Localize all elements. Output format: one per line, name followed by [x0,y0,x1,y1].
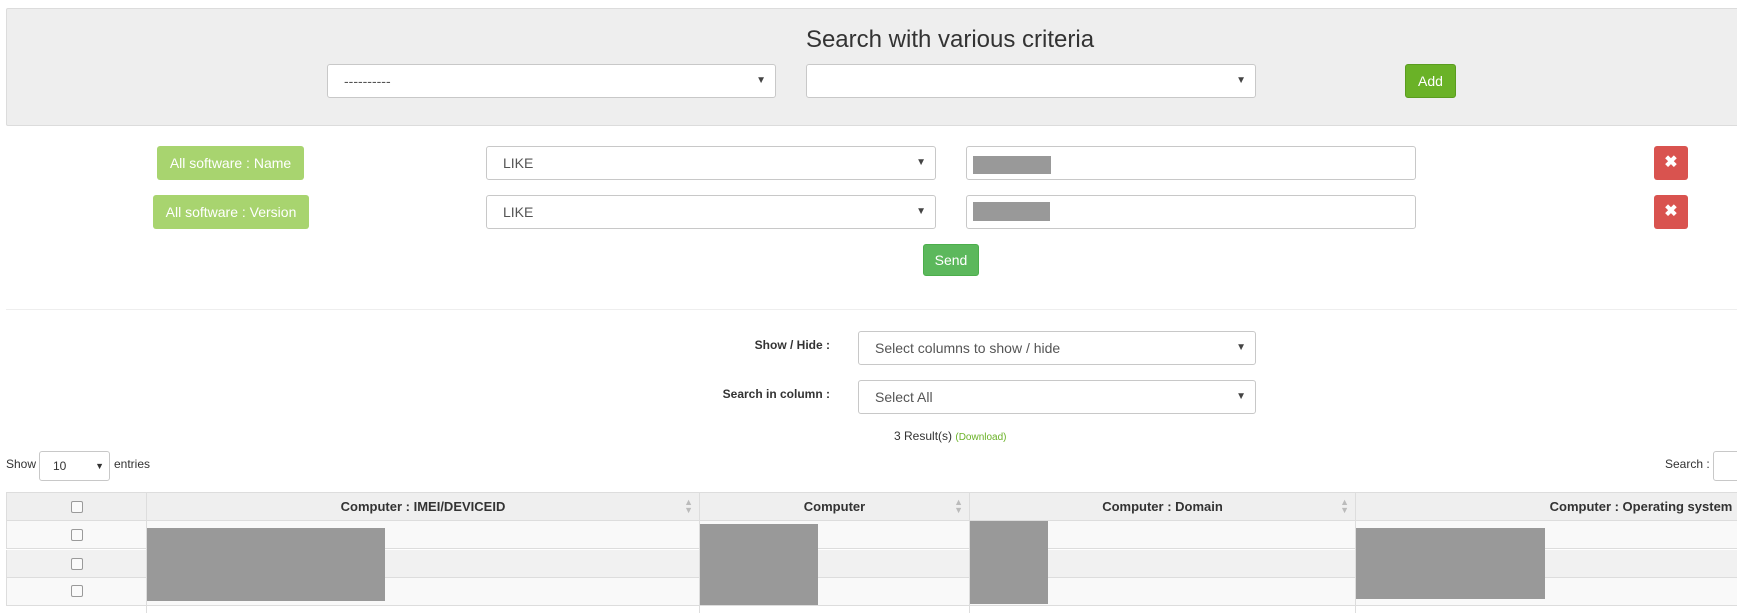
download-link[interactable]: (Download) [955,432,1006,443]
redacted-value [973,156,1051,174]
search-in-column-select[interactable]: Select All ▼ [858,380,1256,414]
sort-icon: ▲ ▼ [954,497,963,515]
operator-select[interactable]: ▼ [806,64,1256,98]
show-hide-value: Select columns to show / hide [875,340,1061,356]
redacted-cell [700,524,818,605]
criteria-operator-value: LIKE [503,155,534,171]
remove-criteria-button[interactable]: ✖ [1654,146,1688,180]
criteria-operator-select[interactable]: LIKE ▼ [486,146,936,180]
caret-down-icon: ▼ [916,157,926,168]
add-button[interactable]: Add [1405,64,1456,98]
column-header-computer[interactable]: Computer ▲ ▼ [700,493,970,522]
search-in-column-value: Select All [875,389,933,405]
criteria-operator-select[interactable]: LIKE ▼ [486,195,936,229]
show-hide-select[interactable]: Select columns to show / hide ▼ [858,331,1256,365]
column-header-domain[interactable]: Computer : Domain ▲ ▼ [970,493,1356,522]
column-header-label: Computer : Operating system [1549,499,1733,514]
column-header-imei[interactable]: Computer : IMEI/DEVICEID ▲ ▼ [147,493,700,522]
sort-icon: ▲ ▼ [684,497,693,515]
row-checkbox[interactable] [71,585,83,597]
table-header: Computer : IMEI/DEVICEID ▲ ▼ Computer ▲ ▼ … [6,492,1737,522]
criteria-label-version[interactable]: All software : Version [153,195,309,229]
row-checkbox[interactable] [71,529,83,541]
remove-criteria-button[interactable]: ✖ [1654,195,1688,229]
entries-label: entries [114,457,151,471]
criteria-operator-value: LIKE [503,204,534,220]
caret-down-icon: ▼ [1236,391,1246,402]
divider [6,309,1737,310]
caret-down-icon: ▼ [95,461,104,471]
redacted-cell [970,521,1048,604]
sort-icon: ▲ ▼ [1340,497,1349,515]
redacted-cell [1356,528,1545,599]
page-title: Search with various criteria [805,26,1095,53]
show-label: Show [6,457,37,471]
search-in-column-label: Search in column : [722,387,830,401]
search-label: Search : [1665,457,1710,471]
table-search-input[interactable] [1713,451,1737,481]
column-header-label: Computer [803,499,866,514]
select-all-checkbox[interactable] [71,501,83,513]
redacted-value [973,202,1050,221]
results-count: 3 Result(s) (Download) [894,429,1007,443]
entries-value: 10 [53,459,67,473]
column-header-os[interactable]: Computer : Operating system [1356,493,1737,522]
show-hide-label: Show / Hide : [754,338,830,352]
select-all-header [7,493,147,522]
field-select[interactable]: ---------- ▼ [327,64,776,98]
redacted-cell [147,528,385,601]
close-icon: ✖ [1664,203,1678,220]
caret-down-icon: ▼ [1236,342,1246,353]
column-header-label: Computer : IMEI/DEVICEID [340,499,506,514]
column-header-label: Computer : Domain [1102,499,1223,514]
results-text: 3 Result(s) [894,429,953,443]
send-button[interactable]: Send [923,244,979,276]
caret-down-icon: ▼ [1236,75,1246,86]
caret-down-icon: ▼ [916,206,926,217]
field-select-value: ---------- [344,73,391,89]
row-checkbox[interactable] [71,558,83,570]
close-icon: ✖ [1664,154,1678,171]
caret-down-icon: ▼ [756,75,766,86]
criteria-label-name[interactable]: All software : Name [157,146,304,180]
entries-select[interactable]: 10 ▼ [39,451,110,481]
